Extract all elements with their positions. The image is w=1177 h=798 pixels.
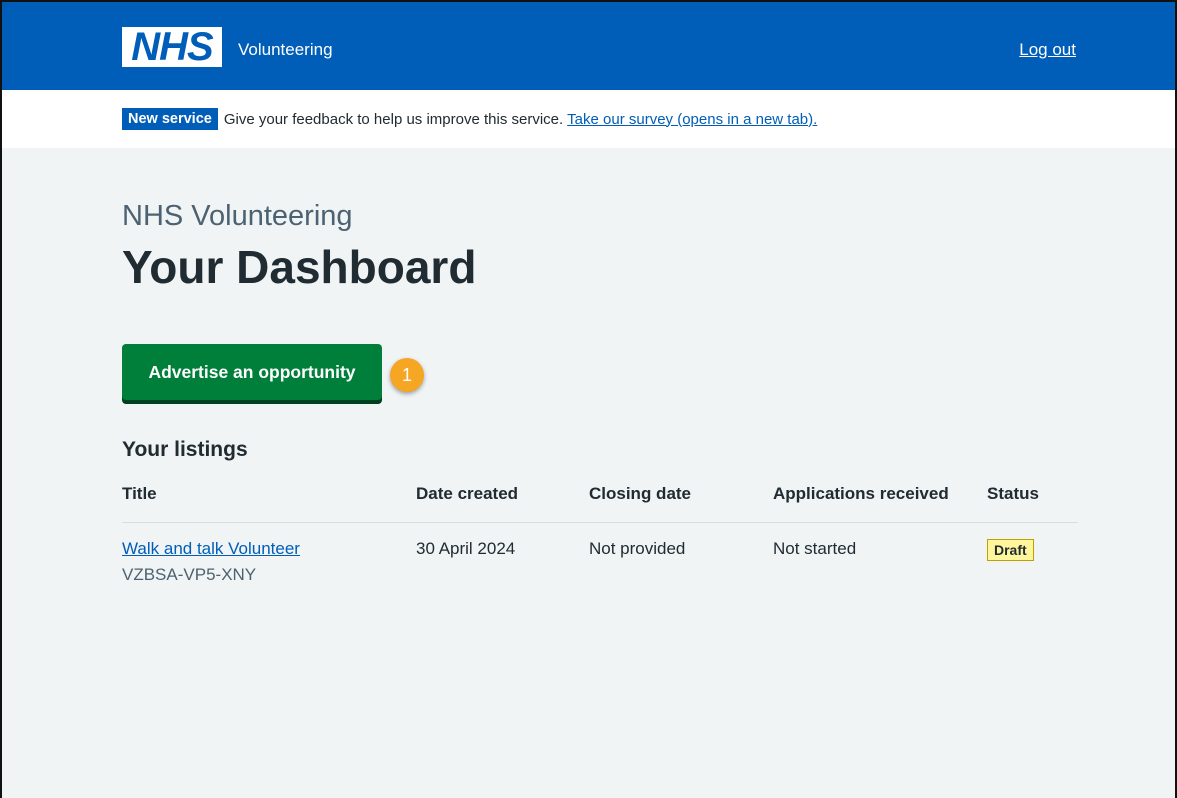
listings-table: Title Date created Closing date Applicat… (122, 478, 1078, 585)
listing-reference: VZBSA-VP5-XNY (122, 565, 257, 584)
nhs-logo[interactable]: NHS (122, 27, 222, 67)
cell-date-created: 30 April 2024 (416, 539, 516, 558)
cell-status: Draft (987, 523, 1078, 586)
col-header-status: Status (987, 478, 1078, 523)
feedback-text: Give your feedback to help us improve th… (223, 110, 564, 128)
cell-title: Walk and talk Volunteer VZBSA-VP5-XNY (122, 523, 416, 586)
page-title: Your Dashboard (122, 241, 477, 293)
logout-link[interactable]: Log out (1019, 40, 1076, 60)
phase-banner: New service Give your feedback to help u… (2, 90, 1175, 148)
col-header-applications: Applications received (773, 478, 987, 523)
table-header-row: Title Date created Closing date Applicat… (122, 478, 1078, 523)
nhs-logo-text: NHS (131, 25, 213, 69)
survey-link[interactable]: Take our survey (opens in a new tab). (567, 111, 817, 128)
cell-applications: Not started (773, 539, 857, 558)
advertise-opportunity-button[interactable]: Advertise an opportunity (122, 344, 382, 400)
col-header-closing-date: Closing date (589, 478, 773, 523)
col-header-date-created: Date created (416, 478, 589, 523)
page-caption: NHS Volunteering (122, 200, 353, 232)
table-row: Walk and talk Volunteer VZBSA-VP5-XNY 30… (122, 523, 1078, 586)
browser-frame: NHS Volunteering Log out New service Giv… (0, 0, 1177, 798)
col-header-title: Title (122, 478, 416, 523)
service-name[interactable]: Volunteering (238, 40, 333, 60)
site-header: NHS Volunteering Log out (2, 2, 1175, 90)
listing-title-link[interactable]: Walk and talk Volunteer (122, 539, 416, 559)
cell-closing-date: Not provided (589, 539, 686, 558)
new-service-tag: New service (122, 108, 218, 130)
listings-heading: Your listings (122, 438, 248, 461)
status-badge: Draft (987, 539, 1034, 561)
step-callout-badge: 1 (390, 358, 424, 392)
